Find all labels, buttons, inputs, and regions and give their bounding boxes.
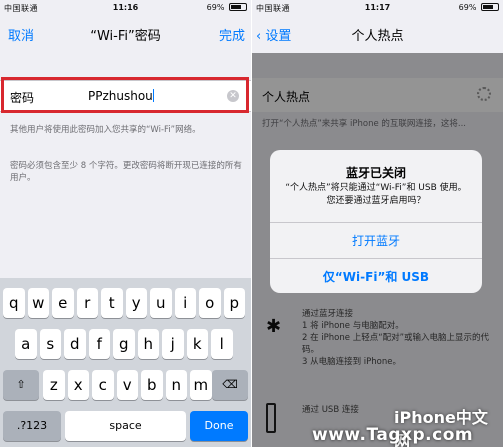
key-g[interactable]: g xyxy=(113,329,135,359)
password-screen: 中国联通 11:16 69% 取消 “Wi-Fi”密码 完成 密码 PPzhus… xyxy=(0,0,251,447)
numbers-key[interactable]: .?123 xyxy=(3,411,61,441)
key-u[interactable]: u xyxy=(150,288,172,318)
battery-icon xyxy=(229,3,247,11)
shift-key[interactable]: ⇧ xyxy=(3,370,39,400)
page-title: 个人热点 xyxy=(351,29,404,44)
key-d[interactable]: d xyxy=(64,329,86,359)
key-z[interactable]: z xyxy=(43,370,65,400)
keyboard-done-key[interactable]: Done xyxy=(190,411,248,441)
space-key[interactable]: space xyxy=(65,411,186,441)
key-t[interactable]: t xyxy=(101,288,123,318)
info-note-2: 密码必须包含至少 8 个字符。更改密码将断开现已连接的所有用户。 xyxy=(10,161,242,183)
key-e[interactable]: e xyxy=(52,288,74,318)
alert-title: 蓝牙已关闭 xyxy=(345,166,406,180)
highlight-box xyxy=(1,77,249,113)
key-y[interactable]: y xyxy=(125,288,147,318)
bluetooth-alert: 蓝牙已关闭 “个人热点”将只能通过“Wi-Fi”和 USB 使用。您还要通过蓝牙… xyxy=(270,150,482,293)
key-c[interactable]: c xyxy=(92,370,114,400)
key-x[interactable]: x xyxy=(67,370,89,400)
key-q[interactable]: q xyxy=(3,288,25,318)
key-w[interactable]: w xyxy=(27,288,49,318)
backspace-key[interactable]: ⌫ xyxy=(212,370,248,400)
key-b[interactable]: b xyxy=(141,370,163,400)
status-bar: 中国联通 11:17 69% xyxy=(252,0,503,15)
key-f[interactable]: f xyxy=(88,329,110,359)
key-m[interactable]: m xyxy=(190,370,212,400)
battery-status: 69% xyxy=(459,3,499,12)
battery-percent: 69% xyxy=(206,3,225,12)
key-p[interactable]: p xyxy=(223,288,245,318)
nav-bar: ‹ 设置 个人热点 xyxy=(252,15,503,53)
battery-status: 69% xyxy=(207,3,247,12)
info-note-1: 其他用户将使用此密码加入您共享的“Wi-Fi”网络。 xyxy=(10,125,201,135)
keyboard: ⇧ ⌫ .?123 space Done qwertyuiop asdfghjkl… xyxy=(0,278,251,447)
key-l[interactable]: l xyxy=(211,329,233,359)
turn-on-bluetooth-button[interactable]: 打开蓝牙 xyxy=(270,222,482,258)
done-button[interactable]: 完成 xyxy=(219,25,245,44)
wifi-usb-only-button[interactable]: 仅“Wi-Fi”和 USB xyxy=(270,258,482,293)
key-a[interactable]: a xyxy=(15,329,37,359)
page-title: “Wi-Fi”密码 xyxy=(90,29,161,44)
battery-percent: 69% xyxy=(458,3,477,12)
key-s[interactable]: s xyxy=(39,329,61,359)
nav-bar: 取消 “Wi-Fi”密码 完成 xyxy=(0,15,251,53)
key-o[interactable]: o xyxy=(199,288,221,318)
watermark-url: www.Tagxp.com xyxy=(312,425,474,445)
key-r[interactable]: r xyxy=(76,288,98,318)
key-i[interactable]: i xyxy=(174,288,196,318)
battery-icon xyxy=(481,3,499,11)
key-n[interactable]: n xyxy=(165,370,187,400)
hotspot-screen: 中国联通 11:17 69% ‹ 设置 个人热点 个人热点 打开“个人热点”来共… xyxy=(252,0,503,447)
key-h[interactable]: h xyxy=(137,329,159,359)
key-j[interactable]: j xyxy=(162,329,184,359)
alert-message: “个人热点”将只能通过“Wi-Fi”和 USB 使用。您还要通过蓝牙启用吗？ xyxy=(285,183,467,206)
key-v[interactable]: v xyxy=(116,370,138,400)
status-bar: 中国联通 11:16 69% xyxy=(0,0,251,15)
key-k[interactable]: k xyxy=(186,329,208,359)
